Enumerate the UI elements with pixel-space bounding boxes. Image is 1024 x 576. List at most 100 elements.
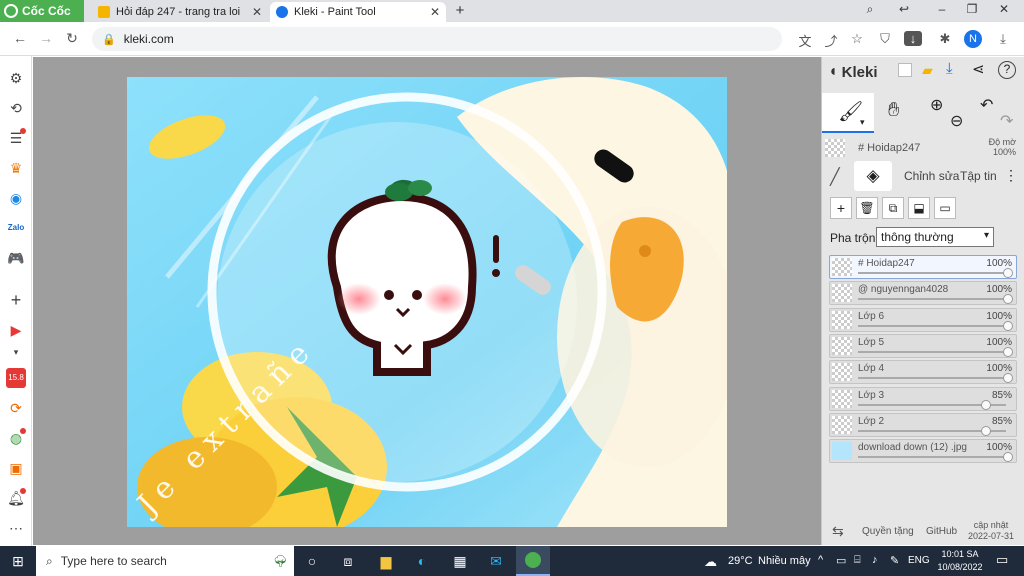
forward-icon[interactable]: → xyxy=(36,30,56,46)
volume-icon[interactable]: ♪ xyxy=(872,554,878,566)
swap-panel-icon[interactable]: ⇆ xyxy=(832,523,844,540)
history-icon[interactable]: ⟲ xyxy=(6,98,26,118)
layer-opacity-slider[interactable] xyxy=(858,456,1006,459)
shield-icon[interactable]: ⛉ xyxy=(876,31,894,47)
mail-icon[interactable]: ✉ xyxy=(486,552,506,570)
show-hidden-icons-chevron[interactable]: ^ xyxy=(818,554,823,566)
layers-tab-icon[interactable]: ◈ xyxy=(854,161,892,191)
back-history-icon[interactable]: ↩ xyxy=(892,2,916,16)
undo-icon[interactable]: ↶ xyxy=(980,95,993,115)
layer-opacity-slider[interactable] xyxy=(858,272,1006,274)
restore-button[interactable]: ❐ xyxy=(960,2,984,16)
extensions-icon[interactable]: ✱ xyxy=(936,31,954,47)
file-explorer-icon[interactable]: ▆ xyxy=(376,552,396,570)
tab-edit[interactable]: Chỉnh sửa xyxy=(904,169,964,183)
weather-desc[interactable]: Nhiều mây xyxy=(758,555,811,567)
coccoc-taskbar-button[interactable] xyxy=(516,546,550,576)
shop-icon[interactable]: ▣ xyxy=(6,458,26,478)
more-options-icon[interactable]: ⋯ xyxy=(6,518,26,538)
share-icon[interactable]: ⤴ xyxy=(822,31,840,50)
slider-knob[interactable] xyxy=(1003,268,1013,278)
rename-layer-button[interactable]: ▭ xyxy=(934,197,956,219)
settings-gear-icon[interactable]: ⚙ xyxy=(6,68,26,88)
duplicate-layer-button[interactable]: ⧉ xyxy=(882,197,904,219)
edge-icon[interactable]: ◐ xyxy=(412,552,432,570)
crown-icon[interactable]: ♛ xyxy=(6,158,26,178)
zalo-icon[interactable]: Zalo xyxy=(6,218,26,238)
reload-icon[interactable]: ↻ xyxy=(62,30,82,47)
url-text[interactable]: kleki.com xyxy=(124,32,174,46)
messenger-icon[interactable]: ◉ xyxy=(6,188,26,208)
zoom-in-icon[interactable]: ⊕ xyxy=(930,95,943,115)
slider-knob[interactable] xyxy=(1003,373,1013,384)
tab-kleki[interactable]: Kleki - Paint Tool ✕ xyxy=(270,2,446,22)
bookmark-star-icon[interactable]: ☆ xyxy=(848,31,866,47)
deals-icon[interactable]: ⟳ xyxy=(6,398,26,418)
delete-layer-button[interactable]: 🗑︎ xyxy=(856,197,878,219)
notifications-icon[interactable]: ▭ xyxy=(996,552,1008,568)
minimize-button[interactable]: – xyxy=(930,2,954,16)
game-controller-icon[interactable]: 🎮 xyxy=(6,248,26,268)
github-link[interactable]: GitHub xyxy=(926,526,957,537)
map-pin-icon[interactable]: ◍ xyxy=(6,428,26,448)
slider-knob[interactable] xyxy=(980,399,991,410)
taskbar-search-box[interactable]: ⌕ Type here to search 🌳︎ xyxy=(36,546,294,576)
redo-icon[interactable]: ↷ xyxy=(1000,111,1013,131)
language-indicator[interactable]: ENG xyxy=(908,555,930,566)
omnibox[interactable]: 🔒 kleki.com xyxy=(92,27,782,51)
close-window-button[interactable]: ✕ xyxy=(992,2,1016,16)
coccoc-brand-button[interactable]: Cốc Cốc xyxy=(0,0,84,22)
layer-row[interactable]: Lớp 5 100% xyxy=(829,333,1017,358)
merge-layer-button[interactable]: ⬓ xyxy=(908,197,930,219)
windows-start-icon[interactable]: ⊞ xyxy=(8,552,28,570)
hand-tool-icon[interactable]: ✋︎ xyxy=(888,99,899,122)
translate-icon[interactable]: 文 xyxy=(796,31,814,50)
reading-list-icon[interactable]: ☰ xyxy=(6,128,26,148)
notifications-bell-icon[interactable]: 🔔︎ xyxy=(6,488,26,508)
new-tab-button[interactable]: + xyxy=(448,2,472,19)
add-sidebar-item-icon[interactable]: + xyxy=(6,290,26,310)
brush-tool-button[interactable]: 🖌︎ ▾ xyxy=(822,93,874,133)
chevron-down-icon[interactable]: ▾ xyxy=(860,117,865,128)
download-manager-icon[interactable]: ↓ xyxy=(904,31,922,46)
blend-mode-select[interactable]: thông thường ▾ xyxy=(876,227,994,247)
slider-knob[interactable] xyxy=(1003,452,1013,463)
brush-settings-tab-icon[interactable]: ╱ xyxy=(830,167,840,187)
downloads-icon[interactable]: ⤓ xyxy=(994,31,1012,47)
clock-date[interactable]: 10/08/2022 xyxy=(934,562,986,572)
layer-opacity-slider[interactable] xyxy=(858,377,1006,380)
site-info-icon[interactable]: 🔒 xyxy=(102,33,116,46)
battery-icon[interactable]: ▭ xyxy=(836,554,846,567)
cortana-icon[interactable]: ○ xyxy=(302,552,322,570)
layer-row[interactable]: Lớp 6 100% xyxy=(829,307,1017,332)
layer-row[interactable]: Lớp 4 100% xyxy=(829,360,1017,385)
save-download-icon[interactable]: ⤓ xyxy=(946,60,953,77)
close-tab-icon[interactable]: ✕ xyxy=(252,5,262,19)
weather-temp[interactable]: 29°C xyxy=(728,555,753,567)
slider-knob[interactable] xyxy=(1003,294,1013,305)
layer-row[interactable]: Lớp 2 85% xyxy=(829,412,1017,437)
store-icon[interactable]: ▦ xyxy=(450,552,470,570)
layer-opacity-slider[interactable] xyxy=(858,298,1006,301)
clock-time[interactable]: 10:01 SA xyxy=(936,549,984,559)
task-view-icon[interactable]: ⧈ xyxy=(338,552,358,570)
help-icon[interactable]: ? xyxy=(998,61,1016,79)
slider-knob[interactable] xyxy=(980,425,991,436)
new-image-icon[interactable] xyxy=(898,63,912,77)
profile-avatar[interactable]: N xyxy=(964,30,982,48)
close-tab-icon[interactable]: ✕ xyxy=(430,5,440,19)
slider-knob[interactable] xyxy=(1003,320,1013,331)
shopping-calendar-icon[interactable]: 15.8 xyxy=(6,368,26,388)
zoom-out-icon[interactable]: ⊖ xyxy=(950,111,963,131)
pen-icon[interactable]: ✎ xyxy=(890,554,899,567)
slider-knob[interactable] xyxy=(1003,346,1013,357)
drawing-canvas[interactable]: Je extrañe xyxy=(127,77,727,527)
layer-row[interactable]: @ nguyenngan4028 100% xyxy=(829,281,1017,306)
expand-chevron-icon[interactable]: ▾ xyxy=(6,342,26,362)
layer-row[interactable]: # Hoidap247 100% xyxy=(829,255,1017,279)
layer-opacity-slider[interactable] xyxy=(858,324,1006,327)
share-icon[interactable]: ⋖ xyxy=(972,60,985,78)
layer-row[interactable]: download down (12) .jpg 100% xyxy=(829,439,1017,464)
tab-hoidap[interactable]: Hỏi đáp 247 - trang tra loi ✕ xyxy=(92,2,268,22)
back-icon[interactable]: ← xyxy=(10,30,30,46)
